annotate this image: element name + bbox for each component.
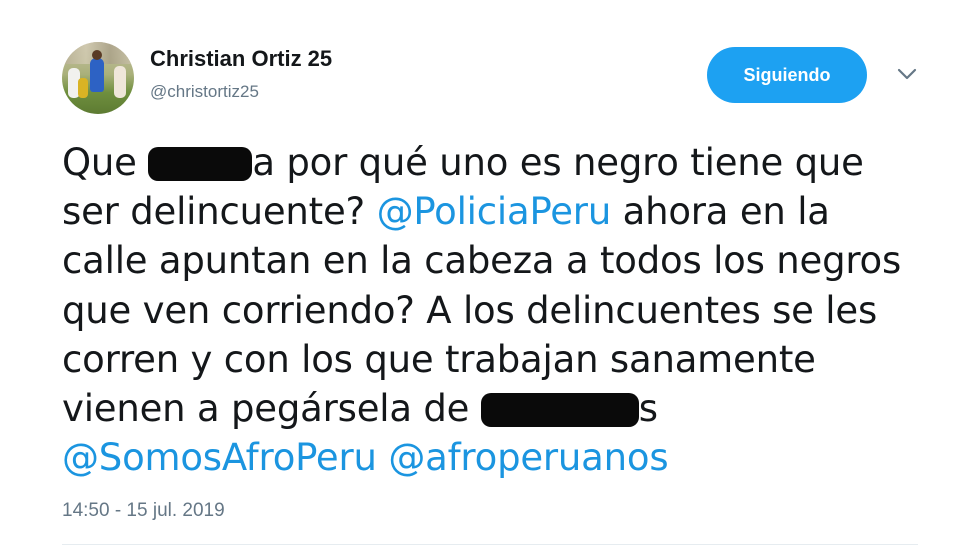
tweet-text: Que a por qué uno es negro tiene que ser… bbox=[62, 138, 952, 482]
avatar-figure bbox=[90, 58, 104, 92]
tweet-line: Que a por qué uno es negro tiene que bbox=[62, 138, 952, 187]
tweet-text-segment: Que bbox=[62, 141, 149, 184]
redaction-mark bbox=[480, 393, 639, 428]
avatar[interactable] bbox=[62, 42, 134, 114]
tweet-line: ser delincuente? @PoliciaPeru ahora en l… bbox=[62, 187, 952, 236]
avatar-figure bbox=[78, 78, 88, 98]
user-handle[interactable]: @christortiz25 bbox=[150, 82, 259, 102]
tweet-text-segment: ser delincuente? bbox=[62, 190, 377, 234]
tweet-line: vienen a pegársela de s bbox=[62, 384, 952, 433]
following-button[interactable]: Siguiendo bbox=[707, 47, 867, 103]
tweet-line: @SomosAfroPeru @afroperuanos bbox=[62, 433, 952, 482]
chevron-down-icon[interactable] bbox=[896, 66, 918, 82]
user-display-name[interactable]: Christian Ortiz 25 bbox=[150, 46, 332, 72]
avatar-figure bbox=[114, 66, 126, 98]
tweet-line: calle apuntan en la cabeza a todos los n… bbox=[62, 239, 902, 283]
tweet-text-segment: s bbox=[638, 387, 658, 431]
tweet-line: que ven corriendo? A los delincuentes se… bbox=[62, 288, 878, 332]
tweet-text-segment: a por qué uno es negro tiene que bbox=[252, 141, 864, 184]
redaction-mark bbox=[148, 147, 253, 181]
mention-link-afroperuanos[interactable]: @afroperuanos bbox=[388, 436, 668, 479]
tweet-text-segment: vienen a pegársela de bbox=[62, 387, 481, 431]
divider bbox=[62, 544, 918, 545]
avatar-figure-head bbox=[92, 50, 102, 60]
tweet-timestamp[interactable]: 14:50 - 15 jul. 2019 bbox=[62, 500, 225, 522]
tweet-line: corren y con los que trabajan sanamente bbox=[62, 337, 816, 381]
mention-link-somos-afro-peru[interactable]: @SomosAfroPeru bbox=[62, 436, 377, 479]
mention-link-policia-peru[interactable]: @PoliciaPeru bbox=[377, 190, 612, 233]
tweet-text-segment: ahora en la bbox=[611, 190, 830, 234]
